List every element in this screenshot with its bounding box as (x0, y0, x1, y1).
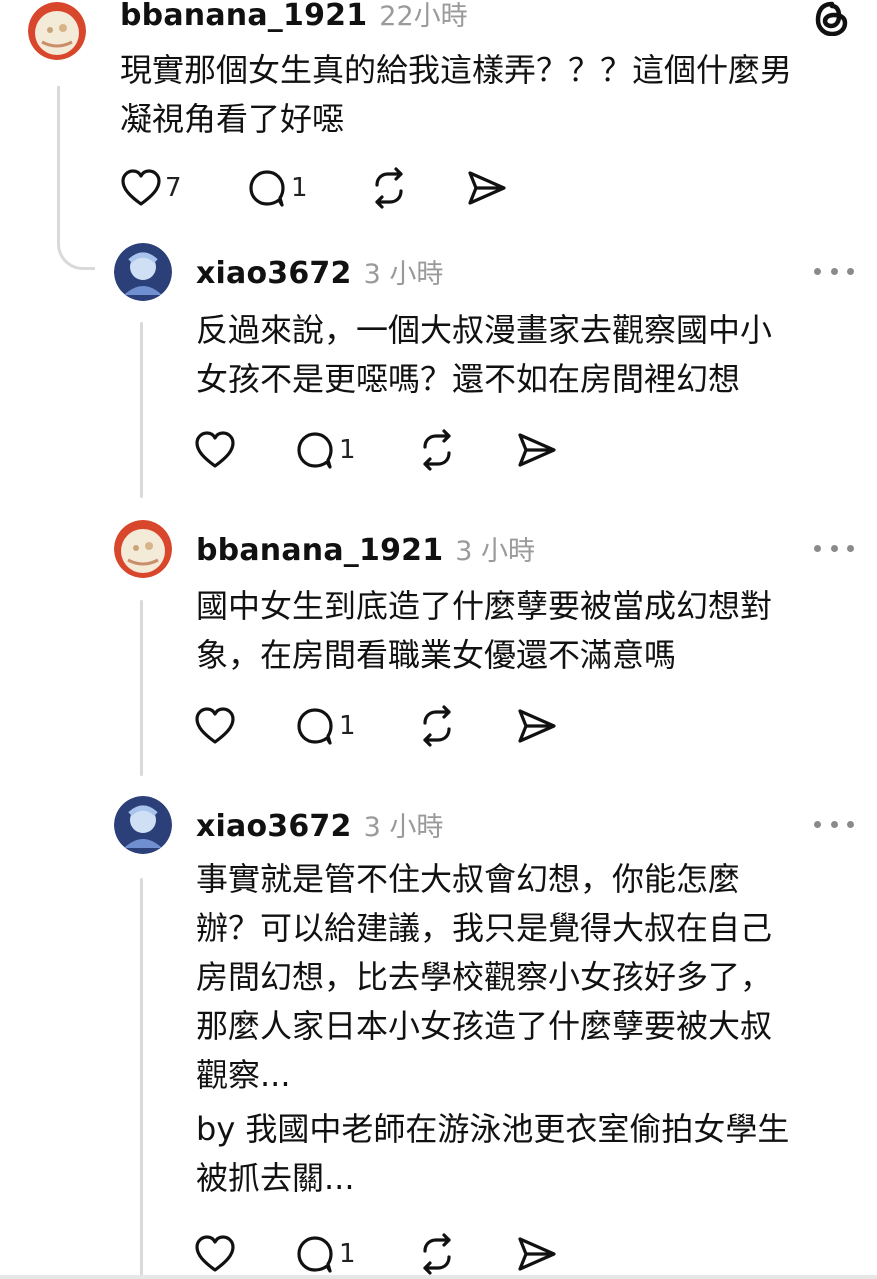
text-line: 事實就是管不住大叔會幻想，你能怎麼 (196, 860, 741, 898)
username[interactable]: bbanana_1921 (196, 533, 443, 568)
text-line: 象，在房間看職業女優還不滿意嗎 (196, 636, 677, 674)
comment-icon (297, 708, 333, 745)
heart-icon (195, 707, 235, 744)
reply-button[interactable]: 1 (294, 428, 356, 472)
comment-text: 國中女生到底造了什麼孽要被當成幻想對 象，在房間看職業女優還不滿意嗎 (196, 582, 772, 680)
username[interactable]: bbanana_1921 (120, 0, 367, 33)
action-bar: 1 (194, 704, 594, 748)
text-line: 現實那個女生真的給我這樣弄？？？這個什麼男 (120, 51, 793, 89)
more-options-icon[interactable] (814, 264, 854, 278)
text-line: by 我國中老師在游泳池更衣室偷拍女學生 (196, 1110, 790, 1148)
more-options-icon[interactable] (814, 541, 854, 555)
reply-count: 1 (339, 435, 356, 465)
like-count: 7 (165, 173, 182, 203)
text-line: 辦？可以給建議，我只是覺得大叔在自己 (196, 909, 773, 947)
action-bar: 1 (194, 1232, 594, 1276)
timestamp: 3 小時 (363, 259, 444, 290)
heart-icon (121, 169, 161, 206)
comment-header: bbanana_1921 3 小時 (196, 529, 535, 568)
comment-text: 反過來說，一個大叔漫畫家去觀察國中小 女孩不是更噁嗎？還不如在房間裡幻想 (196, 306, 772, 404)
share-button[interactable] (516, 704, 558, 748)
reply-count: 1 (339, 711, 356, 741)
send-icon (518, 433, 556, 467)
repost-button[interactable] (416, 1232, 458, 1276)
text-line: 國中女生到底造了什麼孽要被當成幻想對 (196, 587, 773, 625)
text-line: 女孩不是更噁嗎？還不如在房間裡幻想 (196, 360, 741, 398)
thread-connector (57, 86, 95, 270)
repost-button[interactable] (416, 704, 458, 748)
text-line: 反過來說，一個大叔漫畫家去觀察國中小 (196, 311, 773, 349)
comment-icon (297, 1236, 333, 1273)
username[interactable]: xiao3672 (196, 809, 352, 844)
reply-count: 1 (339, 1239, 356, 1269)
bottom-divider (0, 1275, 877, 1279)
heart-icon (195, 1235, 235, 1272)
text-line: 凝視角看了好噁 (120, 100, 345, 138)
threads-logo-icon[interactable] (810, 0, 854, 37)
heart-icon (195, 431, 235, 468)
share-button[interactable] (516, 428, 558, 472)
comment-text: 現實那個女生真的給我這樣弄？？？這個什麼男 凝視角看了好噁 (120, 46, 792, 144)
send-icon (518, 1237, 556, 1271)
comment-icon (297, 432, 333, 469)
thread-line (140, 878, 143, 1279)
text-line: 房間幻想，比去學校觀察小女孩好多了， (196, 958, 773, 996)
reply-button[interactable]: 1 (294, 1232, 356, 1276)
timestamp: 3 小時 (455, 536, 536, 567)
avatar[interactable] (114, 243, 172, 301)
comment-icon (249, 170, 285, 207)
like-button[interactable]: 7 (120, 166, 182, 210)
repost-icon (375, 167, 403, 209)
comment-text: 事實就是管不住大叔會幻想，你能怎麼 辦？可以給建議，我只是覺得大叔在自己 房間幻… (196, 855, 789, 1203)
repost-button[interactable] (368, 166, 410, 210)
timestamp: 3 小時 (363, 812, 444, 843)
comment-header: xiao3672 3 小時 (196, 805, 443, 844)
text-line: 那麼人家日本小女孩造了什麼孽要被大叔 (196, 1007, 773, 1045)
text-line: 觀察... (196, 1056, 291, 1094)
thread-line (140, 600, 143, 776)
avatar[interactable] (114, 520, 172, 578)
repost-button[interactable] (416, 428, 458, 472)
comment-header: xiao3672 3 小時 (196, 252, 443, 291)
share-button[interactable] (466, 166, 508, 210)
reply-count: 1 (291, 173, 308, 203)
send-icon (518, 709, 556, 743)
like-button[interactable] (194, 428, 239, 472)
reply-button[interactable]: 1 (246, 166, 308, 210)
more-options-icon[interactable] (814, 817, 854, 831)
reply-button[interactable]: 1 (294, 704, 356, 748)
avatar[interactable] (114, 796, 172, 854)
action-bar: 7 1 (120, 166, 520, 210)
repost-icon (423, 429, 451, 471)
username[interactable]: xiao3672 (196, 256, 352, 291)
send-icon (468, 171, 506, 205)
comment-header: bbanana_1921 22小時 (120, 0, 468, 33)
like-button[interactable] (194, 1232, 239, 1276)
share-button[interactable] (516, 1232, 558, 1276)
text-line: 被抓去關... (196, 1159, 355, 1197)
like-button[interactable] (194, 704, 239, 748)
avatar[interactable] (28, 2, 86, 60)
thread-line (140, 322, 143, 498)
comment-text-paragraph: by 我國中老師在游泳池更衣室偷拍女學生 被抓去關... (196, 1105, 789, 1203)
repost-icon (423, 1233, 451, 1275)
action-bar: 1 (194, 428, 594, 472)
repost-icon (423, 705, 451, 747)
timestamp: 22小時 (379, 1, 468, 32)
